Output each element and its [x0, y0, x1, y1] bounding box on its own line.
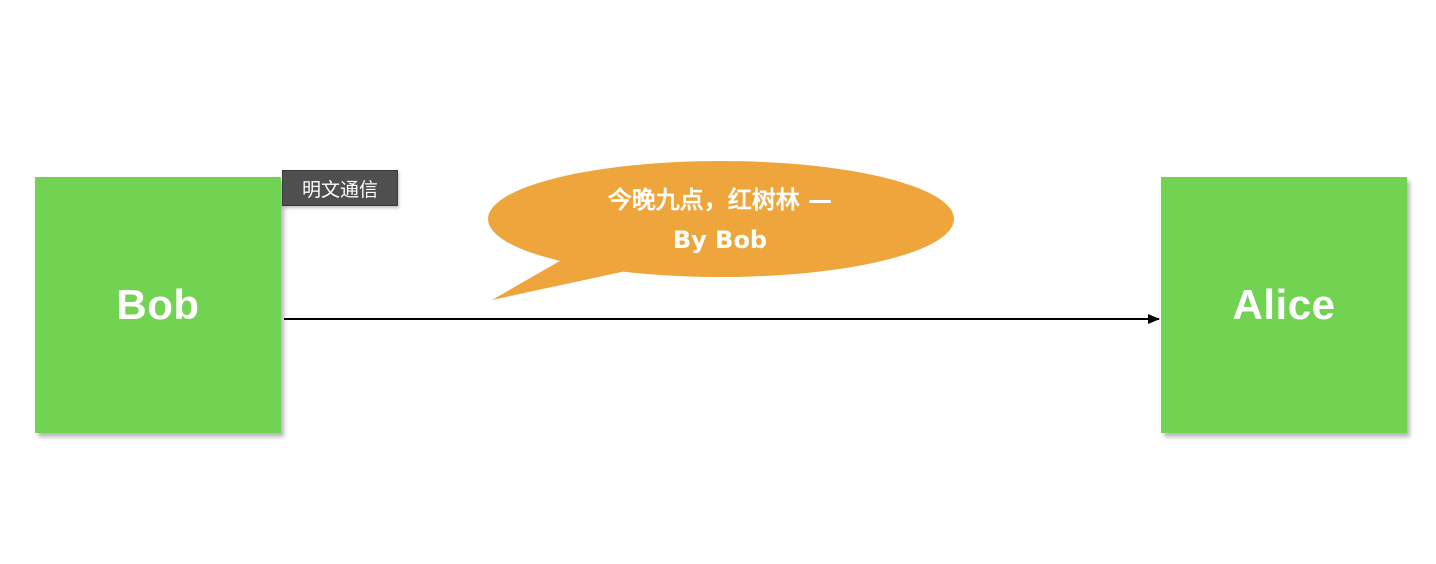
diagram-canvas: Bob Alice 明文通信 今晚九点，红树林 — By Bob	[0, 0, 1436, 564]
message-text: 今晚九点，红树林 — By Bob	[560, 180, 880, 260]
receiver-label: Alice	[1232, 281, 1336, 328]
plaintext-tag-label: 明文通信	[301, 178, 378, 201]
receiver-node: Alice	[1161, 177, 1407, 433]
sender-node: Bob	[35, 177, 281, 433]
plaintext-tag: 明文通信	[282, 170, 398, 206]
sender-label: Bob	[116, 281, 200, 328]
message-line-1: 今晚九点，红树林 —	[607, 186, 833, 214]
message-line-2: By Bob	[672, 226, 768, 254]
